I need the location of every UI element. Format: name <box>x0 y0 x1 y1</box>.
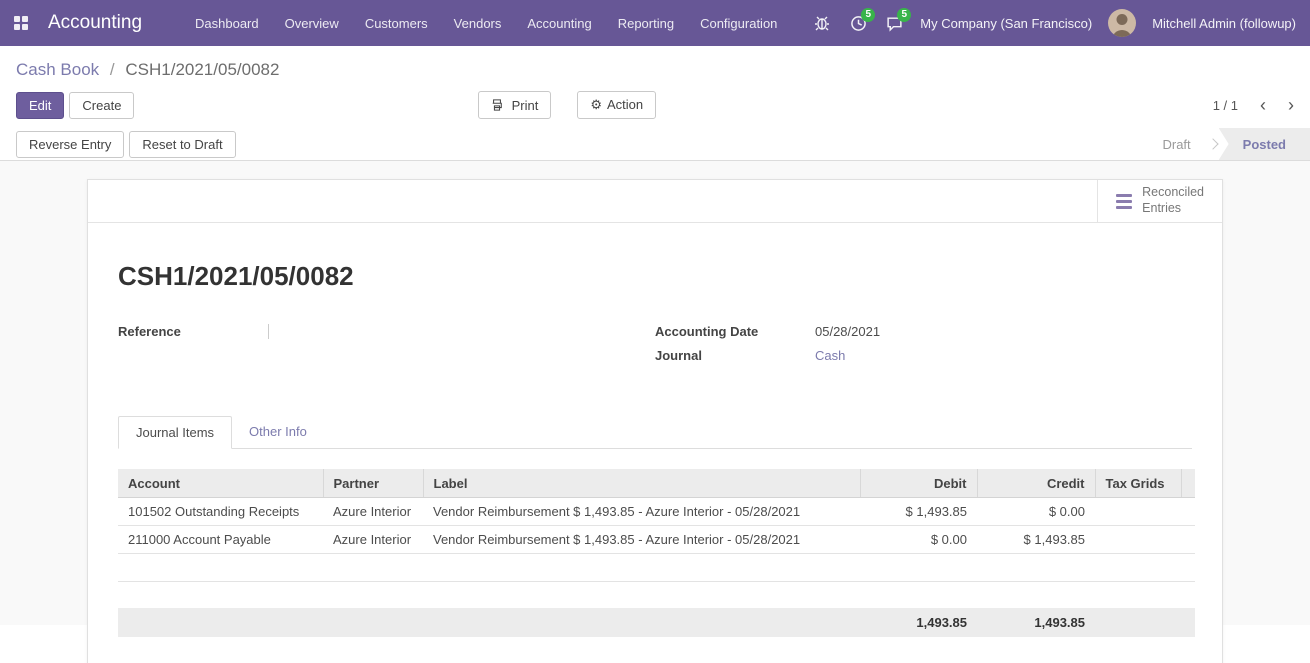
messages-chat-icon[interactable]: 5 <box>884 13 904 33</box>
pager-previous-icon[interactable]: ‹ <box>1260 96 1266 114</box>
total-debit: 1,493.85 <box>860 608 977 637</box>
column-header-account[interactable]: Account <box>118 469 323 498</box>
state-posted[interactable]: Posted <box>1219 128 1310 160</box>
column-header-label[interactable]: Label <box>423 469 860 498</box>
sheet: Reconciled Entries CSH1/2021/05/0082 Ref… <box>87 179 1223 663</box>
column-header-tax-grids[interactable]: Tax Grids <box>1095 469 1181 498</box>
journal-value-link[interactable]: Cash <box>815 348 845 363</box>
accounting-date-label: Accounting Date <box>655 324 815 339</box>
reconciled-entries-button[interactable]: Reconciled Entries <box>1097 180 1222 222</box>
create-button[interactable]: Create <box>69 92 134 119</box>
column-header-debit[interactable]: Debit <box>860 469 977 498</box>
field-group: Reference Accounting Date 05/28/2021 Jou… <box>118 324 1192 372</box>
tab-journal-items[interactable]: Journal Items <box>118 416 232 449</box>
cell-debit: $ 0.00 <box>860 526 977 554</box>
reverse-entry-button[interactable]: Reverse Entry <box>16 131 124 158</box>
nav-systray: 5 5 My Company (San Francisco) Mitchell … <box>812 9 1296 37</box>
breadcrumb-separator: / <box>110 60 115 79</box>
document-title: CSH1/2021/05/0082 <box>118 261 1192 292</box>
cell-tax-grids <box>1095 526 1181 554</box>
button-box: Reconciled Entries <box>88 180 1222 223</box>
totals-row: 1,493.85 1,493.85 <box>118 608 1195 637</box>
table-header-row: Account Partner Label Debit Credit Tax G… <box>118 469 1195 498</box>
nav-item-customers[interactable]: Customers <box>354 10 439 37</box>
journal-lines-icon <box>1116 194 1132 209</box>
nav-item-vendors[interactable]: Vendors <box>443 10 513 37</box>
edit-button[interactable]: Edit <box>16 92 64 119</box>
nav-item-accounting[interactable]: Accounting <box>516 10 602 37</box>
journal-items-table: Account Partner Label Debit Credit Tax G… <box>118 469 1195 582</box>
nav-item-configuration[interactable]: Configuration <box>689 10 788 37</box>
cell-account: 211000 Account Payable <box>118 526 323 554</box>
activity-clock-icon[interactable]: 5 <box>848 13 868 33</box>
reconciled-entries-label-line2: Entries <box>1142 201 1181 215</box>
cell-label: Vendor Reimbursement $ 1,493.85 - Azure … <box>423 498 860 526</box>
print-button[interactable]: Print <box>478 91 551 119</box>
user-avatar[interactable] <box>1108 9 1136 37</box>
notebook-tabs: Journal Items Other Info <box>118 416 1192 449</box>
reconciled-entries-label-line1: Reconciled <box>1142 185 1204 199</box>
optional-columns-toggle-icon[interactable]: ⋮ <box>1181 469 1195 498</box>
reference-field[interactable] <box>268 324 269 339</box>
cell-account: 101502 Outstanding Receipts <box>118 498 323 526</box>
state-widget: Draft Posted <box>1146 128 1310 160</box>
form-view: Reconciled Entries CSH1/2021/05/0082 Ref… <box>0 161 1310 625</box>
nav-item-dashboard[interactable]: Dashboard <box>184 10 270 37</box>
table-row[interactable]: 101502 Outstanding Receipts Azure Interi… <box>118 498 1195 526</box>
reference-label: Reference <box>118 324 268 339</box>
printer-icon <box>491 98 507 113</box>
app-menu: Dashboard Overview Customers Vendors Acc… <box>184 10 788 37</box>
message-count-badge: 5 <box>897 8 911 22</box>
pager: 1 / 1 ‹ › <box>1213 96 1294 114</box>
journal-label: Journal <box>655 348 815 363</box>
cell-credit: $ 1,493.85 <box>977 526 1095 554</box>
cell-partner: Azure Interior <box>323 526 423 554</box>
form-statusbar: Reverse Entry Reset to Draft Draft Poste… <box>0 128 1310 161</box>
state-draft[interactable]: Draft <box>1146 128 1206 160</box>
apps-menu-icon[interactable] <box>14 16 28 30</box>
cell-partner: Azure Interior <box>323 498 423 526</box>
tab-other-info[interactable]: Other Info <box>232 416 324 448</box>
control-panel: Edit Create Print ⚙Action 1 / 1 ‹ › <box>0 82 1310 128</box>
activity-count-badge: 5 <box>861 8 875 22</box>
table-row[interactable]: 211000 Account Payable Azure Interior Ve… <box>118 526 1195 554</box>
company-switcher[interactable]: My Company (San Francisco) <box>920 16 1092 31</box>
cell-tax-grids <box>1095 498 1181 526</box>
user-menu[interactable]: Mitchell Admin (followup) <box>1152 16 1296 31</box>
column-header-partner[interactable]: Partner <box>323 469 423 498</box>
pager-count: 1 / 1 <box>1213 98 1238 113</box>
nav-item-reporting[interactable]: Reporting <box>607 10 685 37</box>
top-nav: Accounting Dashboard Overview Customers … <box>0 0 1310 46</box>
pager-next-icon[interactable]: › <box>1288 96 1294 114</box>
state-arrow-icon <box>1207 138 1218 149</box>
accounting-date-value: 05/28/2021 <box>815 324 880 339</box>
table-empty-row <box>118 554 1195 582</box>
action-button[interactable]: ⚙Action <box>577 91 656 119</box>
reset-to-draft-button[interactable]: Reset to Draft <box>129 131 235 158</box>
column-header-credit[interactable]: Credit <box>977 469 1095 498</box>
breadcrumb-parent[interactable]: Cash Book <box>16 60 99 79</box>
cell-debit: $ 1,493.85 <box>860 498 977 526</box>
cell-credit: $ 0.00 <box>977 498 1095 526</box>
cell-label: Vendor Reimbursement $ 1,493.85 - Azure … <box>423 526 860 554</box>
nav-item-overview[interactable]: Overview <box>274 10 350 37</box>
gear-icon: ⚙ <box>590 97 602 112</box>
breadcrumb-current: CSH1/2021/05/0082 <box>125 60 279 79</box>
breadcrumb: Cash Book / CSH1/2021/05/0082 <box>0 46 1310 82</box>
debug-bug-icon[interactable] <box>812 13 832 33</box>
app-name[interactable]: Accounting <box>48 12 142 34</box>
total-credit: 1,493.85 <box>977 608 1095 637</box>
